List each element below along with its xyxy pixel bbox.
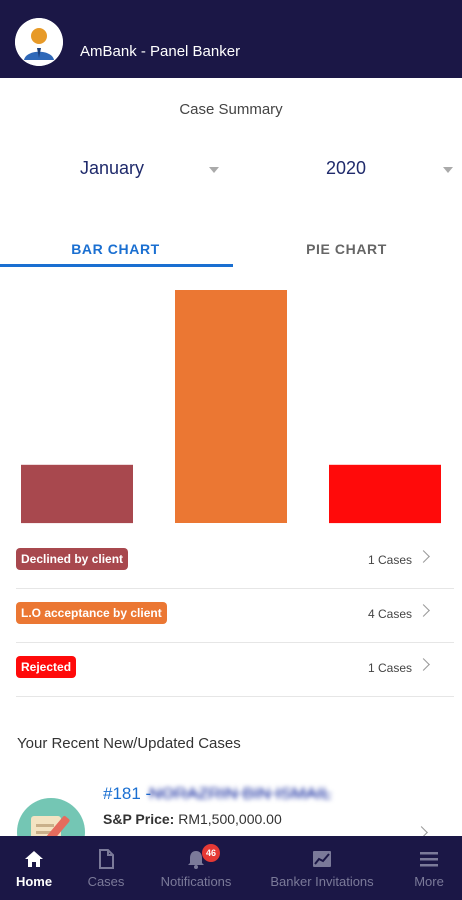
case-summary-title: Case Summary [179,101,283,118]
chart-bar[interactable] [329,464,441,524]
nav-label: Home [15,874,53,889]
nav-home[interactable]: Home [0,836,68,900]
status-badge: L.O acceptance by client [16,602,167,624]
document-pencil-icon [31,815,70,836]
case-count: 1 Cases [367,661,412,675]
legend-row-declined[interactable]: Declined by client 1 Cases [16,535,454,589]
home-icon [25,851,43,867]
year-dropdown[interactable]: 2020 [231,158,462,184]
document-icon [99,849,114,869]
chart-icon [313,851,331,867]
nav-more[interactable]: More [396,836,462,900]
tab-pie-chart[interactable]: PIE CHART [231,232,462,268]
menu-icon [420,852,438,867]
legend-row-rejected[interactable]: Rejected 1 Cases [16,643,454,697]
chart-bar[interactable] [21,464,133,524]
price-value: RM1,500,000.00 [178,811,282,827]
recent-cases-title: Your Recent New/Updated Cases [17,735,241,752]
case-client-name: NORAZRIN BIN ISMAIL [149,784,332,803]
legend-row-lo-acceptance[interactable]: L.O acceptance by client 4 Cases [16,589,454,643]
chevron-right-icon [415,826,428,836]
case-price: S&P Price: RM1,500,000.00 [103,811,282,827]
month-value: January [80,158,145,178]
chevron-right-icon [417,658,430,671]
nav-label: More [414,874,444,889]
chart-bar[interactable] [175,290,287,523]
nav-label: Banker Invitations [270,874,374,889]
nav-label: Notifications [160,874,232,889]
month-dropdown[interactable]: January [0,158,231,184]
case-number: #181 - [103,784,152,803]
bar-chart [21,290,441,524]
user-avatar-icon [15,18,63,66]
case-thumbnail [17,798,85,836]
chart-tabs: BAR CHART PIE CHART [0,232,462,268]
bottom-navigation: Home Cases 46 Notifications Banker Invit… [0,836,462,900]
status-badge: Rejected [16,656,77,678]
case-count: 1 Cases [367,553,412,567]
status-badge: Declined by client [16,548,129,570]
tab-bar-chart[interactable]: BAR CHART [0,232,231,268]
nav-label: Cases [87,874,125,889]
chevron-right-icon [417,604,430,617]
app-title: AmBank - Panel Banker [80,43,241,60]
chevron-down-icon [443,167,453,173]
nav-notifications[interactable]: 46 Notifications [144,836,248,900]
price-label: S&P Price: [103,811,175,827]
active-tab-indicator [0,264,233,267]
avatar[interactable] [15,18,63,66]
year-value: 2020 [326,158,367,178]
nav-banker-invitations[interactable]: Banker Invitations [248,836,396,900]
app-header: AmBank - Panel Banker [0,0,462,78]
list-item[interactable]: #181 - NORAZRIN BIN ISMAIL S&P Price: RM… [0,770,462,836]
nav-cases[interactable]: Cases [68,836,144,900]
case-count: 4 Cases [367,607,412,621]
chevron-right-icon [417,550,430,563]
notification-count-badge: 46 [202,844,220,862]
chevron-down-icon [209,167,219,173]
